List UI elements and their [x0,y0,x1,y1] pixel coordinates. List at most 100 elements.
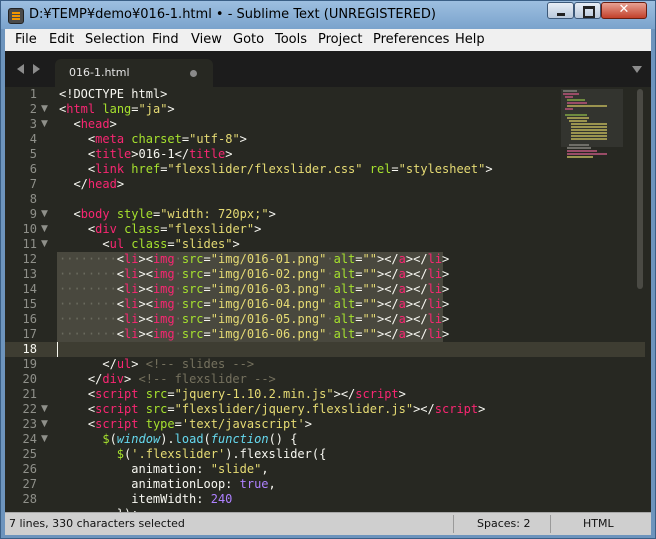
fold-arrow-icon[interactable]: ▼ [41,237,48,252]
code-line: ········<li><img·src="img/016-06.png"·al… [59,327,450,341]
code-line: </head> [73,177,125,191]
line-number: 16 [22,312,37,326]
menu-edit[interactable]: Edit [49,32,74,47]
line-number: 7 [29,177,37,191]
close-button[interactable]: ✕ [601,2,647,19]
tab-scroll-right-icon[interactable] [33,64,40,74]
code-line: ········<li><img·src="img/016-05.png"·al… [59,312,450,326]
code-line: ········<li><img·src="img/016-01.png"·al… [59,252,450,266]
code-line: <head> [73,117,117,131]
code-line: $(window).load(function() { [102,432,298,446]
line-number: 22 [22,402,37,416]
line-number: 15 [22,297,37,311]
code-editor[interactable]: 1 2 3 4 5 6 7 8 9 10 11 12 13 14 15 16 1… [5,87,651,512]
code-line: animation: "slide", [131,462,269,476]
code-line: <div class="flexslider"> [87,222,262,236]
indentation-status[interactable]: Spaces: 2 [477,517,530,530]
line-number: 21 [22,387,37,401]
menu-goto[interactable]: Goto [233,32,264,47]
line-number: 20 [22,372,37,386]
code-line: ········<li><img·src="img/016-02.png"·al… [59,267,450,281]
line-number: 10 [22,222,37,236]
window-title: D:¥TEMP¥demo¥016-1.html • - Sublime Text… [29,7,436,22]
vertical-scrollbar[interactable] [637,89,643,289]
maximize-button[interactable] [574,2,601,19]
text-cursor [57,342,58,357]
menu-tools[interactable]: Tools [275,32,307,47]
line-number: 9 [29,207,37,221]
line-number: 24 [22,432,37,446]
fold-arrow-icon[interactable]: ▼ [41,417,48,432]
code-line: <body style="width: 720px;"> [73,207,276,221]
app-window: D:¥TEMP¥demo¥016-1.html • - Sublime Text… [0,0,656,539]
line-number: 12 [22,252,37,266]
fold-arrow-icon[interactable]: ▼ [41,117,48,132]
menu-help[interactable]: Help [455,32,485,47]
code-line: <link href="flexslider/flexslider.css" r… [87,162,493,176]
fold-arrow-icon[interactable]: ▼ [41,432,48,447]
code-content[interactable]: <!DOCTYPE html> <html lang="ja"> <head> … [59,87,493,512]
line-number-current: 18 [22,342,37,356]
code-line: ········<li><img·src="img/016-03.png"·al… [59,282,450,296]
minimap[interactable] [561,89,623,159]
code-line: <!DOCTYPE html> [59,87,168,101]
code-line: </ul> <!-- slides --> [102,357,255,371]
code-line: $('.flexslider').flexslider({ [116,447,327,461]
line-gutter: 1 2 3 4 5 6 7 8 9 10 11 12 13 14 15 16 1… [5,87,57,512]
line-number: 25 [22,447,37,461]
line-number: 19 [22,357,37,371]
line-number: 2 [29,102,37,116]
menu-selection[interactable]: Selection [85,32,145,47]
status-divider [453,515,454,533]
close-icon: ✕ [618,2,630,17]
status-bar: 7 lines, 330 characters selected Spaces:… [5,512,651,535]
menu-file[interactable]: File [15,32,37,47]
menu-preferences[interactable]: Preferences [373,32,449,47]
code-line: itemWidth: 240 [131,492,233,506]
fold-arrow-icon[interactable]: ▼ [41,222,48,237]
unsaved-dot-icon[interactable] [190,70,197,77]
tab-scroll-left-icon[interactable] [17,64,24,74]
tab-016-1-html[interactable]: 016-1.html [55,59,213,87]
line-number: 26 [22,462,37,476]
line-number: 8 [29,192,37,206]
menu-bar: File Edit Selection Find View Goto Tools… [5,29,651,51]
code-line: <html lang="ja"> [59,102,175,116]
line-number: 1 [29,87,37,101]
line-number: 14 [22,282,37,296]
line-number: 27 [22,477,37,491]
code-line: <script src="jquery-1.10.2.min.js"></scr… [87,387,406,401]
line-number: 11 [22,237,37,251]
line-number: 17 [22,327,37,341]
menu-project[interactable]: Project [318,32,362,47]
code-line: animationLoop: true, [131,477,276,491]
code-line: <meta charset="utf-8"> [87,132,247,146]
line-number: 4 [29,132,37,146]
code-line: <ul class="slides"> [102,237,240,251]
code-line: ········<li><img·src="img/016-04.png"·al… [59,297,450,311]
tab-dropdown-icon[interactable] [632,66,642,73]
fold-arrow-icon[interactable]: ▼ [41,207,48,222]
title-bar[interactable]: D:¥TEMP¥demo¥016-1.html • - Sublime Text… [1,1,655,29]
code-line: </div> <!-- flexslider --> [87,372,276,386]
menu-find[interactable]: Find [152,32,179,47]
code-line: <script type='text/javascript'> [87,417,312,431]
tab-bar: 016-1.html [5,51,651,87]
fold-arrow-icon[interactable]: ▼ [41,102,48,117]
selection-status: 7 lines, 330 characters selected [9,517,185,530]
line-number: 13 [22,267,37,281]
sublime-text-icon [8,8,24,24]
line-number: 6 [29,162,37,176]
code-line: <script src="flexslider/jquery.flexslide… [87,402,486,416]
line-number: 3 [29,117,37,131]
menu-view[interactable]: View [191,32,222,47]
line-number: 23 [22,417,37,431]
minimize-button[interactable] [547,2,574,19]
line-number: 5 [29,147,37,161]
code-line: <title>016-1</title> [87,147,233,161]
status-divider [550,515,551,533]
syntax-status[interactable]: HTML [583,517,614,530]
tab-label: 016-1.html [69,66,130,79]
fold-arrow-icon[interactable]: ▼ [41,402,48,417]
line-number: 28 [22,492,37,506]
